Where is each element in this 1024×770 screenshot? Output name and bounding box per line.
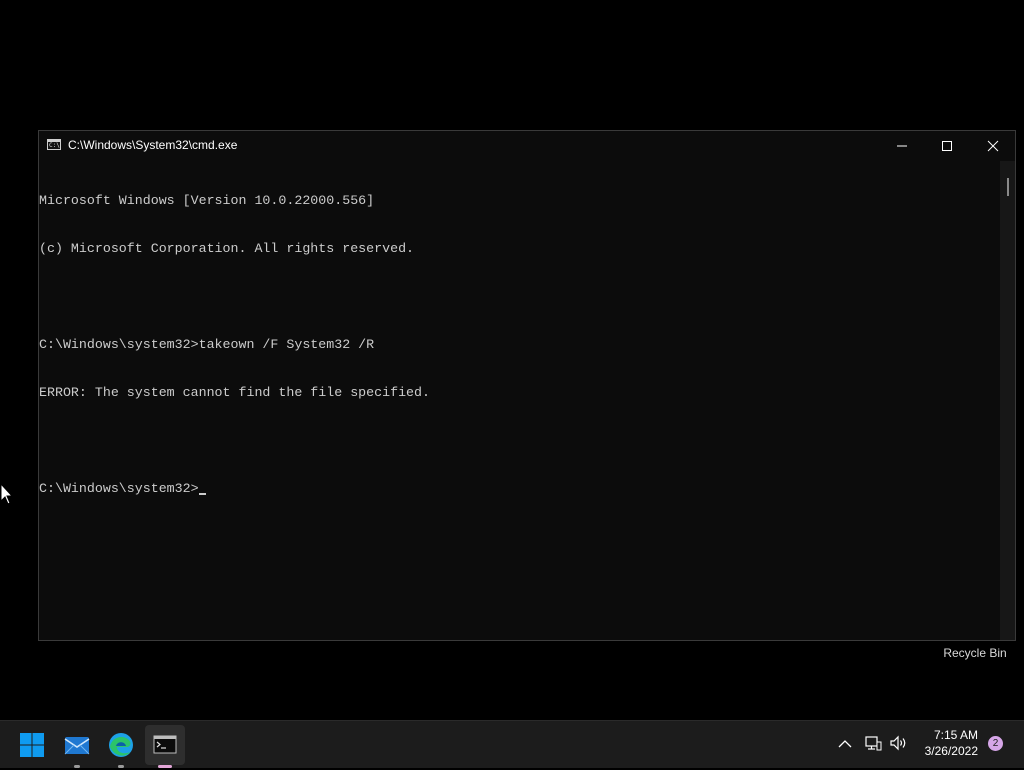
- clock-time: 7:15 AM: [933, 728, 978, 742]
- console-line: Microsoft Windows [Version 10.0.22000.55…: [39, 193, 375, 208]
- console-output[interactable]: Microsoft Windows [Version 10.0.22000.55…: [39, 161, 999, 640]
- console-line: ERROR: The system cannot find the file s…: [39, 385, 430, 400]
- window-title: C:\Windows\System32\cmd.exe: [68, 138, 238, 152]
- windows-logo-icon: [20, 733, 44, 757]
- maximize-button[interactable]: [924, 131, 970, 161]
- close-button[interactable]: [970, 131, 1016, 161]
- taskbar-clock[interactable]: 7:15 AM 3/26/2022: [914, 727, 978, 759]
- start-button[interactable]: [12, 725, 52, 765]
- volume-icon[interactable]: [888, 734, 908, 752]
- terminal-icon: [153, 735, 177, 754]
- console-prompt: C:\Windows\system32>: [39, 481, 199, 496]
- cmd-window[interactable]: C:\ C:\Windows\System32\cmd.exe Microsof…: [38, 130, 1016, 641]
- edge-icon: [109, 733, 133, 757]
- show-hidden-icons-chevron-icon[interactable]: [836, 736, 854, 752]
- minimize-icon: [897, 145, 907, 147]
- cmd-app-icon: C:\: [47, 139, 61, 150]
- close-icon: [987, 140, 999, 152]
- mail-taskbar-button[interactable]: [57, 725, 97, 768]
- title-bar[interactable]: C:\ C:\Windows\System32\cmd.exe: [39, 131, 1015, 161]
- edge-taskbar-button[interactable]: [101, 725, 141, 768]
- cmd-taskbar-button[interactable]: [145, 725, 185, 768]
- notification-badge[interactable]: 2: [988, 736, 1003, 751]
- console-line: C:\Windows\system32>takeown /F System32 …: [39, 337, 375, 352]
- mouse-cursor-icon: [0, 483, 14, 505]
- clock-date: 3/26/2022: [924, 744, 978, 758]
- vertical-scrollbar[interactable]: [1000, 161, 1015, 640]
- console-prompt-line[interactable]: C:\Windows\system32>: [39, 481, 999, 497]
- scrollbar-thumb[interactable]: [1007, 178, 1009, 196]
- mail-icon: [64, 737, 90, 755]
- text-cursor: [198, 493, 206, 495]
- recycle-bin-label[interactable]: Recycle Bin: [930, 646, 1020, 660]
- network-icon[interactable]: [863, 734, 883, 752]
- maximize-icon: [942, 141, 952, 151]
- minimize-button[interactable]: [879, 131, 925, 161]
- console-line: (c) Microsoft Corporation. All rights re…: [39, 241, 415, 256]
